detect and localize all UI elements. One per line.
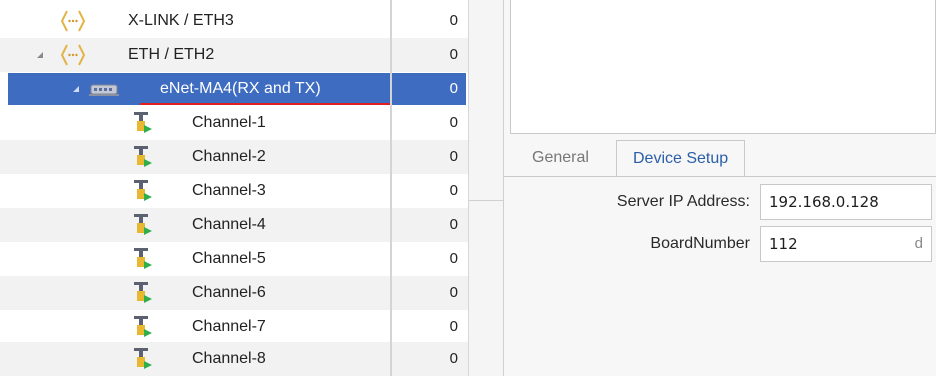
server-ip-value: 192.168.0.128 bbox=[769, 193, 879, 211]
tree-row-label: Channel-2 bbox=[192, 148, 266, 165]
channel-io-icon bbox=[134, 146, 152, 167]
device-tree: X-LINK / ETH3 0 ETH / ETH2 0 eNet-MA4(RX… bbox=[0, 0, 468, 376]
tree-row-channel-5[interactable]: Channel-5 0 bbox=[0, 242, 468, 276]
tab-device-setup[interactable]: Device Setup bbox=[616, 140, 746, 177]
tree-row-count: 0 bbox=[449, 114, 458, 131]
channel-io-icon bbox=[134, 316, 152, 337]
channel-io-icon bbox=[134, 348, 152, 369]
channel-io-icon bbox=[134, 112, 152, 133]
tree-row-channel-4[interactable]: Channel-4 0 bbox=[0, 208, 468, 242]
tree-row-count: 0 bbox=[449, 318, 458, 335]
tree-name-cell: Channel-1 bbox=[8, 107, 390, 139]
board-number-value: 112 bbox=[769, 235, 798, 253]
tree-row-count: 0 bbox=[449, 350, 458, 367]
tree-row-count: 0 bbox=[449, 148, 458, 165]
tree-row-enet-ma4[interactable]: eNet-MA4(RX and TX) 0 bbox=[0, 72, 468, 106]
tree-row-count: 0 bbox=[449, 12, 458, 29]
link-connection-icon bbox=[60, 10, 86, 32]
tree-row-xlink-eth3[interactable]: X-LINK / ETH3 0 bbox=[0, 4, 468, 38]
channel-io-icon bbox=[134, 180, 152, 201]
tree-row-channel-3[interactable]: Channel-3 0 bbox=[0, 174, 468, 208]
channel-io-icon bbox=[134, 248, 152, 269]
tree-row-label: X-LINK / ETH3 bbox=[128, 12, 234, 29]
splitter-gutter[interactable] bbox=[468, 0, 505, 376]
tab-general[interactable]: General bbox=[516, 140, 605, 177]
tree-row-channel-7[interactable]: Channel-7 0 bbox=[0, 310, 468, 344]
selection-underline bbox=[140, 103, 398, 105]
tree-name-cell: Channel-3 bbox=[8, 175, 390, 207]
preview-panel bbox=[510, 0, 936, 134]
tree-name-cell: Channel-8 bbox=[8, 343, 390, 375]
channel-io-icon bbox=[134, 282, 152, 303]
board-number-field[interactable]: 112 d bbox=[760, 226, 932, 262]
channel-io-icon bbox=[134, 214, 152, 235]
tree-row-channel-2[interactable]: Channel-2 0 bbox=[0, 140, 468, 174]
column-divider[interactable] bbox=[390, 0, 392, 376]
tree-row-channel-6[interactable]: Channel-6 0 bbox=[0, 276, 468, 310]
device-module-icon bbox=[89, 84, 119, 96]
tree-name-cell: Channel-5 bbox=[8, 243, 390, 275]
tree-row-label: eNet-MA4(RX and TX) bbox=[160, 80, 321, 97]
tree-row-label: Channel-8 bbox=[192, 350, 266, 367]
tree-row-label: ETH / ETH2 bbox=[128, 46, 215, 63]
tree-row-label: Channel-3 bbox=[192, 182, 266, 199]
tree-row-count: 0 bbox=[449, 250, 458, 267]
tree-name-cell: eNet-MA4(RX and TX) bbox=[8, 73, 398, 105]
gutter-divider bbox=[469, 200, 505, 201]
tree-row-eth-eth2[interactable]: ETH / ETH2 0 bbox=[0, 38, 468, 72]
tree-row-count: 0 bbox=[449, 284, 458, 301]
tree-row-count: 0 bbox=[392, 73, 466, 105]
server-ip-label: Server IP Address: bbox=[616, 193, 750, 210]
tree-name-cell: Channel-7 bbox=[8, 311, 390, 343]
link-connection-icon bbox=[60, 44, 86, 66]
tree-row-count: 0 bbox=[449, 182, 458, 199]
server-ip-field[interactable]: 192.168.0.128 bbox=[760, 184, 932, 220]
tree-row-label: Channel-4 bbox=[192, 216, 266, 233]
tree-row-channel-8[interactable]: Channel-8 0 bbox=[0, 342, 468, 376]
tree-row-label: Channel-5 bbox=[192, 250, 266, 267]
tree-row-label: Channel-7 bbox=[192, 318, 266, 335]
expanded-triangle-icon[interactable] bbox=[72, 85, 80, 93]
tree-row-label: Channel-1 bbox=[192, 114, 266, 131]
tree-row-count: 0 bbox=[449, 46, 458, 63]
tree-row-count: 0 bbox=[449, 216, 458, 233]
tree-name-cell: X-LINK / ETH3 bbox=[8, 5, 390, 37]
properties-pane: General Device Setup Server IP Address: … bbox=[504, 0, 936, 376]
tab-baseline bbox=[504, 176, 936, 177]
tree-row-channel-1[interactable]: Channel-1 0 bbox=[0, 106, 468, 140]
tree-row-label: Channel-6 bbox=[192, 284, 266, 301]
board-number-label: BoardNumber bbox=[650, 235, 750, 252]
tree-name-cell: Channel-2 bbox=[8, 141, 390, 173]
properties-tab-strip: General Device Setup bbox=[504, 140, 936, 177]
expanded-triangle-icon[interactable] bbox=[36, 51, 44, 59]
tree-name-cell: Channel-4 bbox=[8, 209, 390, 241]
tree-name-cell: Channel-6 bbox=[8, 277, 390, 309]
board-number-suffix: d bbox=[914, 235, 923, 252]
tree-name-cell: ETH / ETH2 bbox=[8, 39, 390, 71]
